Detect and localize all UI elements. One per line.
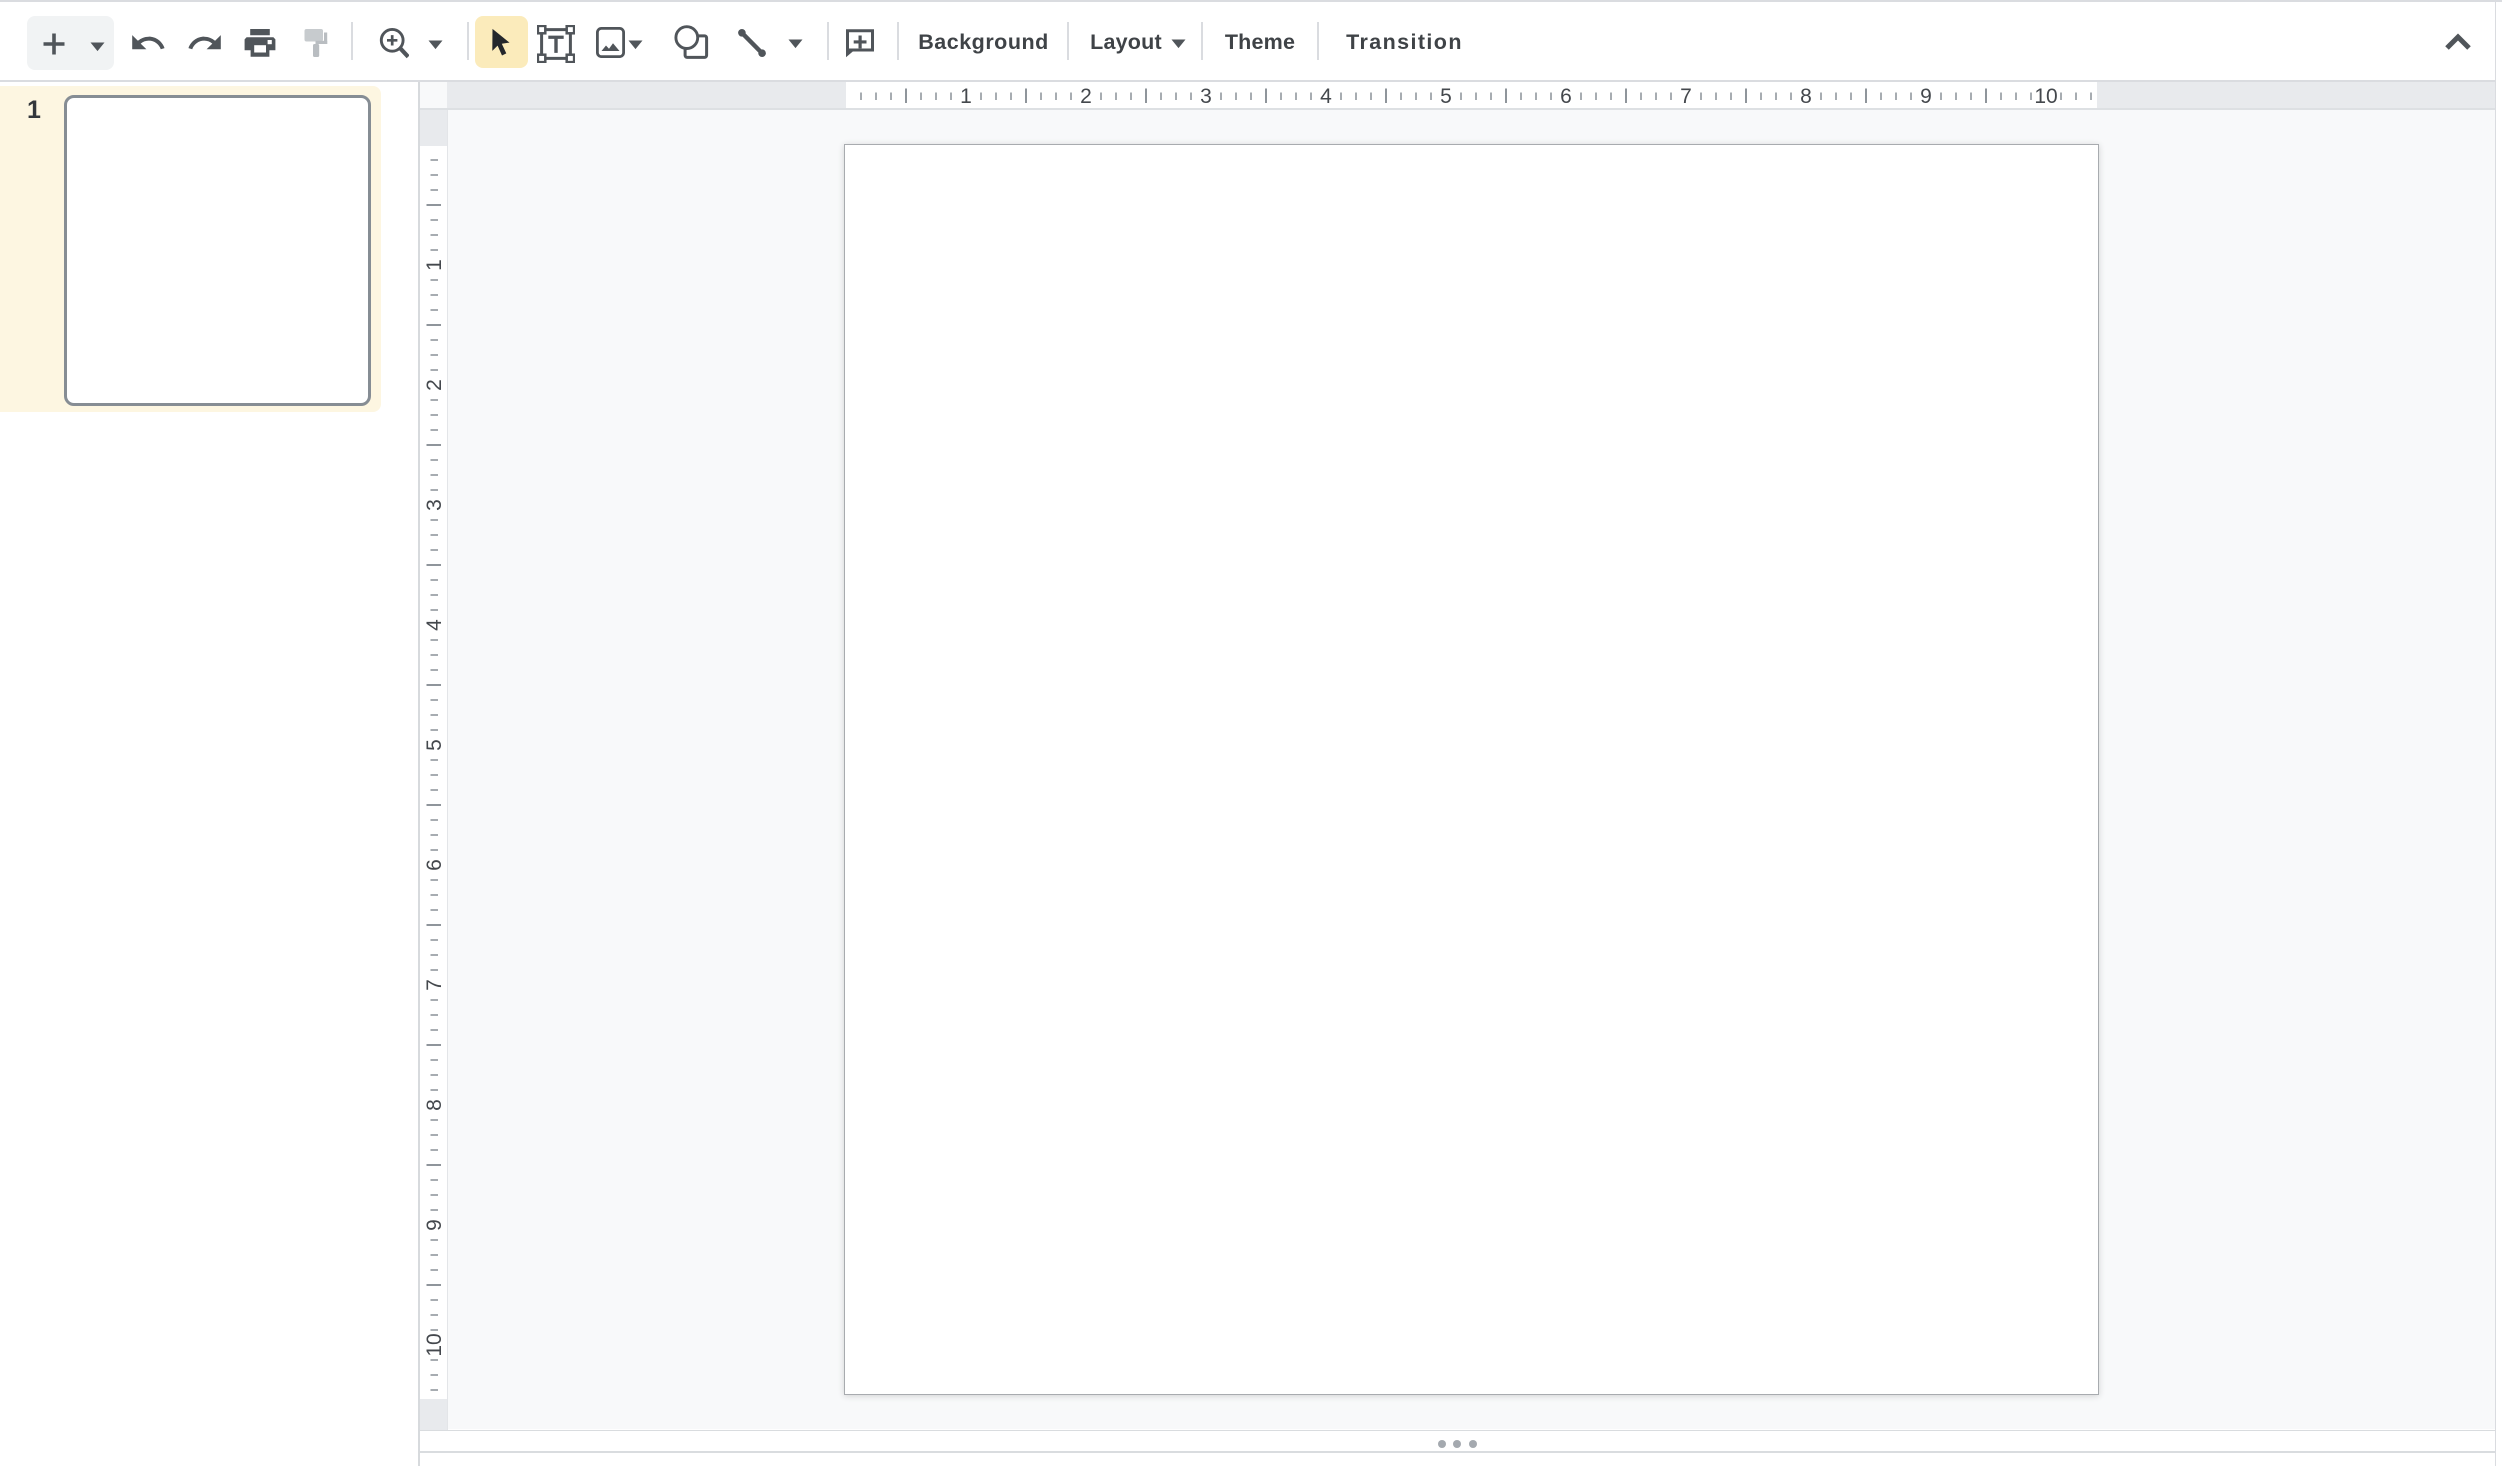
svg-text:9: 9: [423, 1219, 446, 1231]
svg-text:6: 6: [1560, 85, 1572, 108]
svg-text:9: 9: [1920, 85, 1932, 108]
svg-text:3: 3: [1200, 85, 1212, 108]
svg-text:7: 7: [1680, 85, 1692, 108]
svg-text:2: 2: [423, 379, 446, 391]
svg-text:2: 2: [1080, 85, 1092, 108]
svg-text:8: 8: [1800, 85, 1812, 108]
svg-text:10: 10: [2034, 85, 2057, 108]
svg-text:1: 1: [960, 85, 972, 108]
svg-text:10: 10: [423, 1333, 446, 1356]
svg-text:4: 4: [1320, 85, 1332, 108]
svg-text:8: 8: [423, 1099, 446, 1111]
svg-text:3: 3: [423, 499, 446, 511]
svg-text:1: 1: [423, 259, 446, 271]
svg-text:7: 7: [423, 979, 446, 991]
svg-text:6: 6: [423, 859, 446, 871]
svg-text:4: 4: [423, 618, 446, 630]
svg-text:5: 5: [423, 739, 446, 751]
svg-text:5: 5: [1440, 85, 1452, 108]
